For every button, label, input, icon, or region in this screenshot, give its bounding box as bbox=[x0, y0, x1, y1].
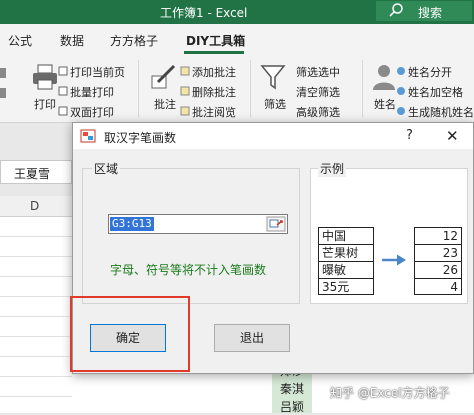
window-title: 工作簿1 - Excel bbox=[160, 6, 248, 20]
tab-diy-toolbox[interactable]: DIY工具箱 bbox=[186, 32, 245, 49]
example-label: 示例 bbox=[318, 160, 347, 177]
gridline bbox=[0, 396, 72, 397]
gridline bbox=[0, 316, 72, 317]
delete-comment[interactable]: 删除批注 bbox=[192, 84, 236, 100]
example-output-cell: 12 bbox=[414, 227, 462, 244]
ribbon-separator bbox=[138, 60, 139, 118]
clear-filter[interactable]: 清空筛选 bbox=[296, 84, 340, 100]
split-name-icon bbox=[397, 67, 405, 75]
region-groupbox bbox=[82, 168, 300, 304]
filter-selected[interactable]: 筛选选中 bbox=[296, 64, 340, 80]
region-label: 区域 bbox=[92, 160, 121, 177]
ribbon-separator bbox=[250, 60, 251, 118]
view-comment-icon bbox=[180, 106, 190, 116]
gridline bbox=[0, 236, 72, 237]
search-label[interactable]: 搜索 bbox=[418, 4, 442, 21]
filter-funnel-icon[interactable] bbox=[260, 62, 286, 92]
tab-data[interactable]: 数据 bbox=[60, 32, 84, 49]
random-name-icon bbox=[397, 107, 405, 115]
duplex-print[interactable]: 双面打印 bbox=[70, 104, 114, 120]
split-name[interactable]: 姓名分开 bbox=[408, 64, 452, 80]
gridline bbox=[0, 256, 72, 257]
help-button[interactable]: ? bbox=[406, 128, 413, 143]
view-comment[interactable]: 批注阅览 bbox=[192, 104, 236, 120]
example-input-cell: 芒果树 bbox=[318, 244, 374, 261]
cut-off-icon bbox=[0, 68, 6, 98]
name-space-icon bbox=[397, 87, 405, 95]
tab-fangfang[interactable]: 方方格子 bbox=[110, 32, 158, 49]
example-output-cell: 4 bbox=[414, 278, 462, 295]
arrow-right-icon bbox=[382, 254, 406, 266]
watermark: 知乎 @Excel方方格子 bbox=[330, 386, 450, 400]
gridline bbox=[0, 296, 72, 297]
example-input-cell: 曝敏 bbox=[318, 261, 374, 278]
exit-button[interactable]: 退出 bbox=[214, 324, 290, 352]
print-current-page[interactable]: 打印当前页 bbox=[70, 64, 125, 80]
comment-group-label[interactable]: 批注 bbox=[154, 96, 176, 112]
example-input-column: 中国 芒果树 曝敏 35元 bbox=[318, 227, 374, 295]
generate-random-name[interactable]: 生成随机姓名 bbox=[408, 104, 474, 120]
example-output-cell: 26 bbox=[414, 261, 462, 278]
batch-print-icon bbox=[58, 86, 68, 96]
name-group-label[interactable]: 姓名 bbox=[374, 96, 396, 112]
range-input-value[interactable]: G3:G13 bbox=[110, 217, 154, 231]
close-button[interactable]: ✕ bbox=[446, 127, 459, 145]
add-comment[interactable]: 添加批注 bbox=[192, 64, 236, 80]
gridline bbox=[0, 276, 72, 277]
batch-print[interactable]: 批量打印 bbox=[70, 84, 114, 100]
duplex-print-icon bbox=[58, 106, 68, 116]
print-group-label[interactable]: 打印 bbox=[34, 96, 56, 112]
dialog-title: 取汉字笔画数 bbox=[104, 131, 177, 145]
gridline bbox=[0, 376, 72, 377]
column-header-d[interactable]: D bbox=[30, 199, 39, 213]
comment-pencil-icon[interactable] bbox=[150, 62, 178, 92]
example-input-cell: 35元 bbox=[318, 278, 374, 295]
example-input-cell: 中国 bbox=[318, 227, 374, 244]
example-output-column: 12 23 26 4 bbox=[414, 227, 462, 295]
name-add-space[interactable]: 姓名加空格 bbox=[408, 84, 463, 100]
example-output-cell: 23 bbox=[414, 244, 462, 261]
advanced-filter[interactable]: 高级筛选 bbox=[296, 104, 340, 120]
highlight-annotation-box bbox=[70, 296, 190, 372]
printer-icon[interactable] bbox=[30, 62, 60, 92]
ribbon-tab-bar: 公式 数据 方方格子 DIY工具箱 bbox=[0, 24, 474, 54]
cell-value[interactable]: 秦淇 bbox=[280, 380, 304, 397]
search-icon[interactable] bbox=[388, 2, 404, 18]
app-icon bbox=[80, 129, 96, 143]
delete-comment-icon bbox=[180, 86, 190, 96]
range-picker-icon[interactable] bbox=[266, 216, 286, 232]
add-comment-icon bbox=[180, 66, 190, 76]
cell-value[interactable]: 吕颖 bbox=[280, 398, 304, 415]
gridline bbox=[0, 356, 72, 357]
tab-formulas[interactable]: 公式 bbox=[8, 32, 32, 49]
filter-group-label[interactable]: 筛选 bbox=[264, 96, 286, 112]
person-icon[interactable] bbox=[370, 62, 398, 92]
name-box-value: 王夏雪 bbox=[14, 167, 51, 181]
stroke-count-note: 字母、符号等将不计入笔画数 bbox=[110, 263, 267, 277]
gridline bbox=[0, 336, 72, 337]
print-page-icon bbox=[58, 66, 68, 76]
ribbon-separator bbox=[362, 60, 363, 118]
